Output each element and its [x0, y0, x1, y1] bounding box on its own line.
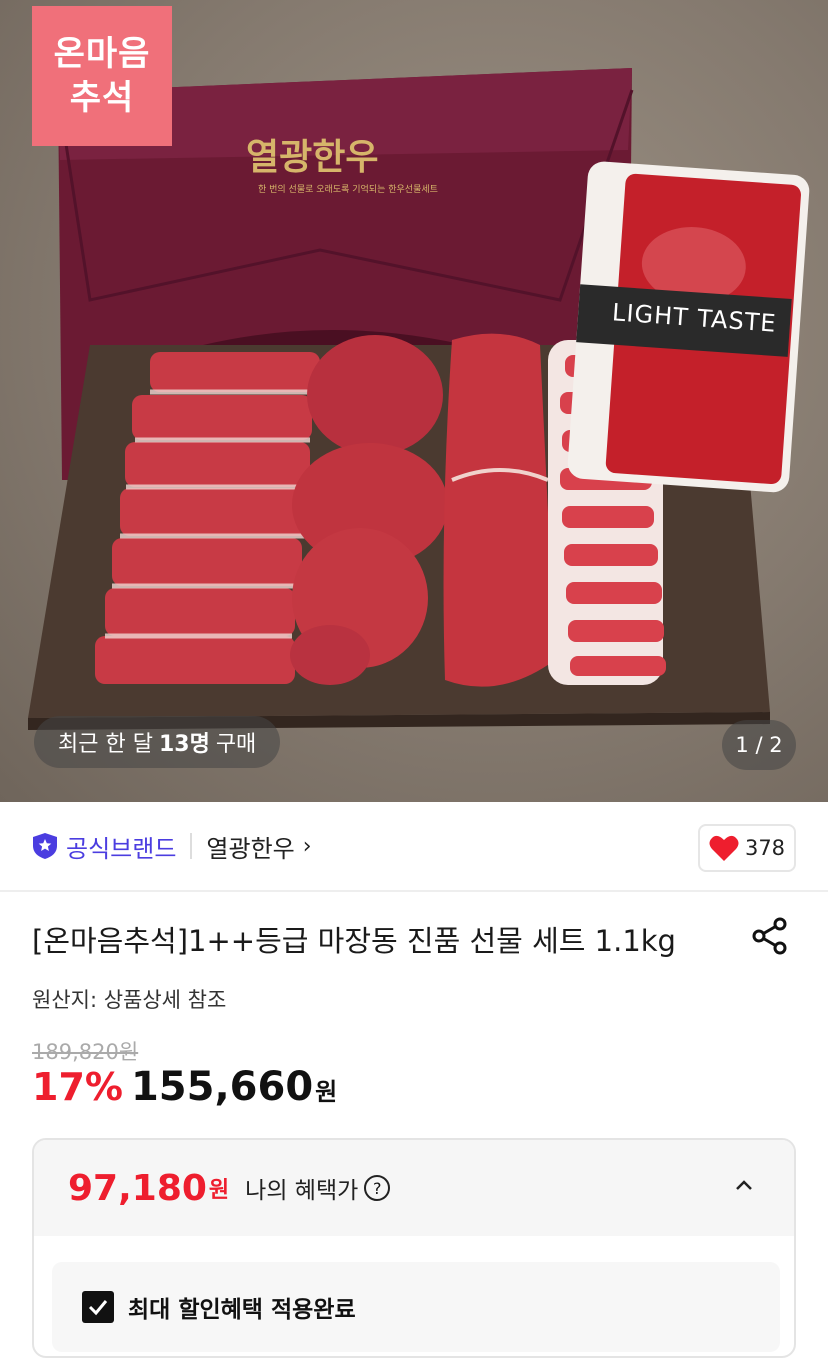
- product-title: [온마음추석]1++등급 마장동 진품 선물 세트 1.1kg: [32, 924, 676, 958]
- origin-text: 원산지: 상품상세 참조: [32, 988, 227, 1012]
- discount-rate: 17%: [32, 1065, 123, 1109]
- brand-row: 공식브랜드 열광한우 › 378: [0, 802, 828, 892]
- like-button[interactable]: 378: [698, 824, 796, 872]
- share-icon[interactable]: [750, 916, 790, 956]
- sale-price: 155,660: [130, 1064, 314, 1110]
- chevron-right-icon[interactable]: ›: [303, 834, 312, 859]
- max-discount-applied-row: 최대 할인혜택 적용완료: [52, 1262, 780, 1352]
- recent-purchase-pill: 최근 한 달 13명 구매: [34, 716, 281, 768]
- help-icon[interactable]: ?: [364, 1175, 391, 1201]
- bag-tagline: 한 번의 선물로 오래도록 기억되는 한우선물세트: [258, 185, 438, 195]
- applied-label: 최대 할인혜택 적용완료: [128, 1297, 356, 1323]
- bag-brand-logo: 열광한우: [246, 137, 379, 178]
- chevron-up-icon[interactable]: [732, 1174, 756, 1198]
- badge-line-1: 온마음: [53, 34, 151, 74]
- like-count: 378: [744, 836, 786, 860]
- benefit-price-panel: 97,180 원 나의 혜택가 ? 최대 할인혜택 적용완료: [32, 1138, 796, 1358]
- brand-name-link[interactable]: 열광한우: [206, 829, 294, 864]
- benefit-label: 나의 혜택가: [245, 1178, 359, 1204]
- badge-line-2: 추석: [69, 78, 135, 118]
- price-currency: 원: [315, 1078, 338, 1106]
- original-price: 189,820원: [32, 1040, 139, 1064]
- check-icon: [88, 1300, 108, 1316]
- benefit-header[interactable]: 97,180 원 나의 혜택가 ?: [34, 1140, 794, 1236]
- recent-suffix: 구매: [215, 732, 257, 757]
- official-shield-icon: [33, 833, 57, 859]
- checkbox-checked-icon[interactable]: [82, 1291, 114, 1323]
- recent-count: 13명: [158, 732, 210, 757]
- price-row: 17% 155,660 원: [32, 1064, 337, 1110]
- recent-prefix: 최근 한 달: [58, 732, 153, 757]
- benefit-currency: 원: [208, 1178, 230, 1203]
- brand-divider: [190, 833, 193, 859]
- benefit-price: 97,180: [68, 1167, 207, 1209]
- image-pager: 1 / 2: [722, 720, 796, 770]
- chuseok-badge: 온마음 추석: [32, 6, 172, 146]
- heart-icon: [709, 835, 739, 861]
- product-image-carousel[interactable]: 열광한우 한 번의 선물로 오래도록 기억되는 한우선물세트 LIGHT TAS…: [0, 0, 828, 802]
- official-brand-label: 공식브랜드: [66, 834, 177, 863]
